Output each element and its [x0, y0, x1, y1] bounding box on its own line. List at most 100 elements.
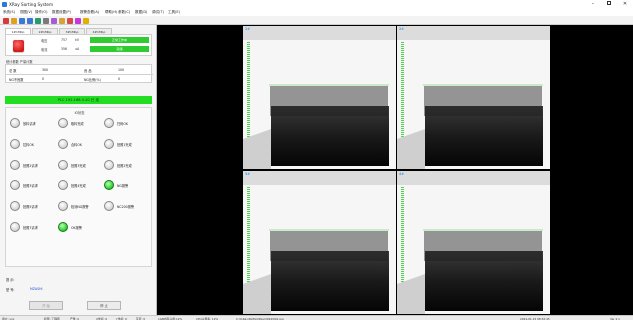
status-badge-working: 正常工作中 — [90, 37, 149, 43]
bottom-info: 提 示: 型 号: MZASHI 开 始 停 止 — [5, 275, 152, 311]
status-item: 灰度: 0 — [136, 316, 146, 320]
open-icon[interactable] — [11, 17, 17, 24]
menu-item-3[interactable]: 操作(O) — [35, 10, 48, 15]
led-off-icon — [10, 222, 20, 232]
fit-icon[interactable] — [35, 17, 41, 24]
xray-view-2[interactable]: 2# — [397, 26, 550, 169]
menu-item-10[interactable]: 工具(E) — [168, 10, 180, 15]
status-item: Y坐标: 0 — [116, 316, 127, 320]
stats-good-value: 100 — [118, 67, 125, 72]
xray-image — [243, 171, 396, 314]
model-label: 型 号: — [6, 288, 15, 292]
current-label: 电流 — [41, 48, 48, 52]
status-item: Ver 2.1 — [610, 316, 620, 320]
stats-table: 总 数 300 良 品 100 NG不良数 0 NG比例(%) 0 — [5, 64, 153, 83]
measure-icon[interactable] — [67, 17, 73, 24]
title-bar: XRay Sorting System – ✕ — [0, 0, 633, 9]
menu-item-2[interactable]: 视图(V) — [20, 10, 32, 15]
start-button[interactable]: 开 始 — [29, 301, 63, 310]
status-bar: 用户: xxx 权限: 工程师 产量: 0 X坐标: 0 Y坐标: 0 灰度: 0 1GB内… — [0, 315, 633, 320]
io-label: 取料完成 — [71, 122, 84, 126]
brush-icon[interactable] — [59, 17, 65, 24]
led-off-icon — [58, 160, 68, 170]
xray-view-4[interactable]: 4# — [397, 171, 550, 314]
led-off-icon — [10, 180, 20, 190]
io-label: OK报警 — [71, 226, 82, 230]
status-item: 权限: 工程师 — [44, 316, 60, 320]
stats-ng-ratio-value: 0 — [118, 76, 121, 81]
status-item: C:\X-Ray\DATA\XRay\2024\001.jpg — [236, 316, 284, 320]
io-label: 放料请求 — [23, 122, 36, 126]
io-label: 拍照2请求 — [23, 164, 38, 168]
status-item: 用户: xxx — [2, 316, 15, 320]
current-value: 356 — [61, 47, 68, 51]
view-label: 2# — [399, 27, 404, 31]
zoom-in-icon[interactable] — [19, 17, 25, 24]
view-label: 4# — [399, 172, 404, 176]
stats-total-label: 总 数 — [9, 68, 17, 73]
led-off-icon — [104, 118, 114, 128]
alarm-lamp-icon — [13, 40, 24, 52]
warning-icon[interactable] — [83, 17, 89, 24]
led-off-icon — [10, 118, 20, 128]
menu-item-1[interactable]: 系统(S) — [3, 10, 15, 15]
minimize-button[interactable]: – — [586, 0, 600, 9]
xray-view-1[interactable]: 1# — [243, 26, 396, 169]
io-label: 拍照7请求 — [23, 226, 38, 230]
maximize-button[interactable] — [602, 0, 616, 9]
menu-item-8[interactable]: 数据(D) — [135, 10, 147, 15]
menu-item-5[interactable]: 报警查看(A) — [80, 10, 99, 15]
grid-icon[interactable] — [43, 17, 49, 24]
control-panel: 1#1Mbp 2#1Mbp 3#1Mbp 4#1Mbp 电压 757 kV 正常… — [0, 25, 157, 315]
io-label: 拍照4完成 — [71, 184, 86, 188]
app-icon — [2, 2, 7, 7]
xray-image — [397, 26, 550, 169]
status-item: 产量: 0 — [70, 316, 80, 320]
status-item: 1GB内存占用:12% — [158, 316, 183, 320]
led-off-icon — [58, 118, 68, 128]
io-status-panel: IO状态 放料请求 取料完成 扫码OK 拉料OK 合料OK 拍照1完成 拍照2请求 拍照3完成… — [5, 107, 152, 267]
xray-view-3[interactable]: 3# — [243, 171, 396, 314]
close-button[interactable]: ✕ — [618, 0, 632, 9]
io-label: 拍照1完成 — [117, 143, 132, 147]
plc-connection-banner: PLC 192.168.3.20 已 连 — [5, 96, 152, 104]
menu-item-9[interactable]: 调试(T) — [152, 10, 164, 15]
stop-button[interactable]: 停 止 — [87, 301, 121, 310]
zoom-out-icon[interactable] — [27, 17, 33, 24]
led-on-icon — [104, 180, 114, 190]
toolbar — [0, 16, 633, 25]
led-off-icon — [104, 201, 114, 211]
status-item: CPU占用率: 12% — [196, 316, 219, 320]
led-off-icon — [104, 160, 114, 170]
angle-icon[interactable] — [75, 17, 81, 24]
save-icon[interactable] — [3, 17, 9, 24]
led-on-icon — [58, 222, 68, 232]
hint-label: 提 示: — [6, 278, 15, 282]
settings-icon[interactable] — [51, 17, 57, 24]
io-label: NC200报警 — [117, 205, 135, 209]
xray-image — [243, 26, 396, 169]
status-badge-ready: 就绪 — [90, 46, 149, 52]
menu-item-6[interactable]: 帮助(H) — [105, 10, 117, 15]
io-label: 拍照5请求 — [23, 205, 38, 209]
stats-ng-value: 0 — [42, 76, 45, 81]
menu-bar: 系统(S) 视图(V) 操作(O) 数据设置(P) 报警查看(A) 帮助(H) 参数(C) 数… — [0, 9, 633, 16]
model-value: MZASHI — [30, 287, 43, 291]
menu-item-7[interactable]: 参数(C) — [118, 10, 130, 15]
image-viewer[interactable]: 1# 2# 3# 4# — [157, 25, 633, 315]
led-off-icon — [58, 139, 68, 149]
led-off-icon — [10, 160, 20, 170]
view-label: 3# — [245, 172, 250, 176]
io-label: 拍照3完成 — [71, 164, 86, 168]
view-label: 1# — [245, 27, 250, 31]
xray-image — [397, 171, 550, 314]
io-label: 拍照3请求 — [23, 184, 38, 188]
io-panel-title: IO状态 — [74, 111, 85, 115]
voltage-unit: kV — [75, 38, 80, 42]
window-title: XRay Sorting System — [9, 2, 54, 7]
current-unit: uA — [75, 47, 80, 51]
menu-item-4[interactable]: 数据设置(P) — [52, 10, 71, 15]
status-item: X坐标: 0 — [96, 316, 108, 320]
stats-good-label: 良 品 — [84, 68, 92, 73]
stats-ng-label: NG不良数 — [9, 77, 24, 82]
